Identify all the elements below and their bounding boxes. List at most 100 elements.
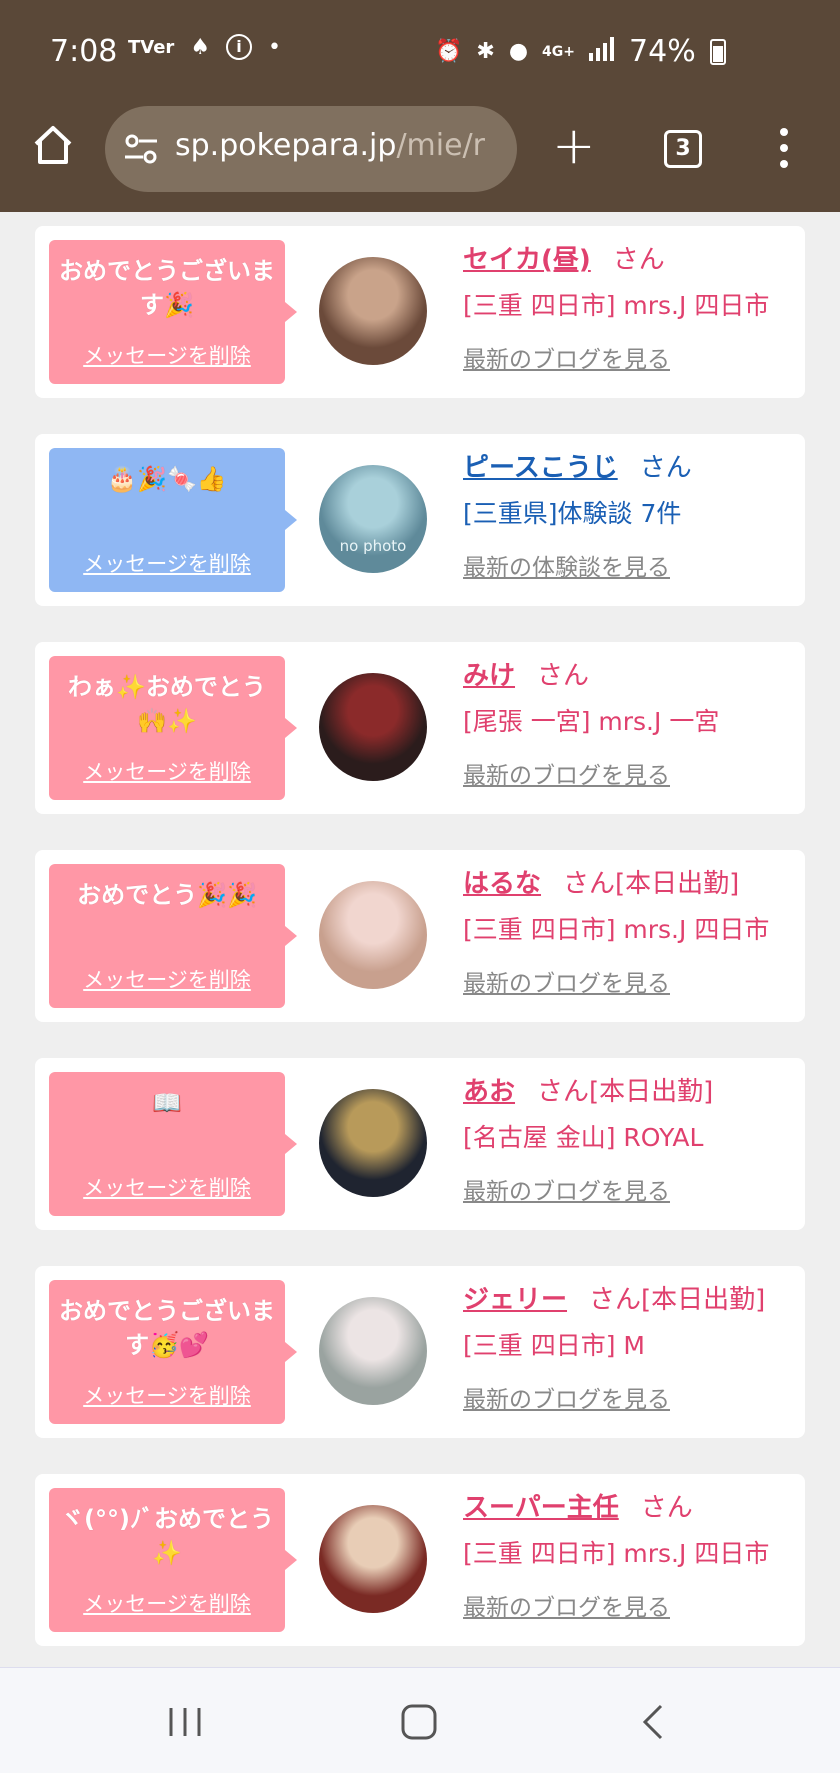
delete-message-link[interactable]: メッセージを削除 bbox=[49, 756, 285, 786]
recents-icon[interactable] bbox=[165, 1702, 205, 1746]
sender-name-link[interactable]: ピースこうじ bbox=[463, 453, 618, 483]
sender-suffix: さん bbox=[639, 453, 692, 483]
avatar[interactable] bbox=[319, 1089, 427, 1197]
sender-name-link[interactable]: みけ bbox=[463, 661, 515, 691]
latest-post-link[interactable]: 最新のブログを見る bbox=[463, 1172, 670, 1206]
avatar[interactable] bbox=[319, 257, 427, 365]
url-path: /mie/r bbox=[396, 128, 486, 163]
latest-post-link[interactable]: 最新のブログを見る bbox=[463, 1588, 670, 1622]
back-icon[interactable] bbox=[633, 1702, 673, 1746]
delete-message-link[interactable]: メッセージを削除 bbox=[49, 548, 285, 578]
home-nav-icon[interactable] bbox=[399, 1702, 439, 1746]
avatar[interactable] bbox=[319, 881, 427, 989]
sender-info: スーパー主任 さん [三重 四日市] mrs.J 四日市 最新のブログを見る bbox=[463, 1488, 803, 1622]
message-card: 🎂🎉🍬👍 メッセージを削除 no photo ピースこうじ さん [三重県]体験談… bbox=[35, 434, 805, 606]
message-card: おめでとうございます🎉 メッセージを削除 セイカ(昼) さん [三重 四日市] m… bbox=[35, 226, 805, 398]
message-text: おめでとうございます🥳💕 bbox=[59, 1297, 275, 1359]
message-card: ヾ(°°)ﾉﾞおめでとう✨ メッセージを削除 スーパー主任 さん [三重 四日市]… bbox=[35, 1474, 805, 1646]
home-icon[interactable] bbox=[30, 122, 76, 168]
message-bubble: ヾ(°°)ﾉﾞおめでとう✨ メッセージを削除 bbox=[49, 1488, 297, 1632]
alarm-icon: ⏰ bbox=[435, 39, 463, 64]
shop-label: [三重 四日市] M bbox=[463, 1331, 645, 1360]
url-text: sp.pokepara.jp/mie/r bbox=[175, 128, 485, 163]
tab-count-button[interactable]: 3 bbox=[664, 130, 702, 168]
dot-icon: • bbox=[268, 34, 282, 60]
message-bubble: わぁ✨おめでとう🙌✨ メッセージを削除 bbox=[49, 656, 297, 800]
shop-label: [三重 四日市] mrs.J 四日市 bbox=[463, 291, 770, 320]
signal-icon bbox=[589, 36, 615, 67]
message-bubble: おめでとうございます🎉 メッセージを削除 bbox=[49, 240, 297, 384]
sender-suffix: さん[本日出勤] bbox=[563, 869, 740, 899]
message-list: おめでとうございます🎉 メッセージを削除 セイカ(昼) さん [三重 四日市] m… bbox=[0, 212, 840, 1667]
sender-suffix: さん bbox=[640, 1493, 693, 1523]
delete-message-link[interactable]: メッセージを削除 bbox=[49, 1588, 285, 1618]
url-host: sp.pokepara.jp bbox=[175, 128, 397, 163]
status-left-icons: TVer ♠ i • bbox=[128, 34, 281, 60]
tver-icon: TVer bbox=[128, 36, 175, 58]
avatar[interactable] bbox=[319, 1297, 427, 1405]
message-card: おめでとうございます🥳💕 メッセージを削除 ジェリー さん[本日出勤] [三重 四… bbox=[35, 1266, 805, 1438]
message-card: おめでとう🎉🎉 メッセージを削除 はるな さん[本日出勤] [三重 四日市] mr… bbox=[35, 850, 805, 1022]
message-bubble: おめでとう🎉🎉 メッセージを削除 bbox=[49, 864, 297, 1008]
site-settings-icon[interactable] bbox=[123, 132, 159, 166]
message-text: 🎂🎉🍬👍 bbox=[107, 465, 227, 493]
shop-label: [三重 四日市] mrs.J 四日市 bbox=[463, 915, 770, 944]
delete-message-link[interactable]: メッセージを削除 bbox=[49, 1172, 285, 1202]
network-4g-icon: 4G+ bbox=[542, 43, 576, 60]
sender-name-link[interactable]: あお bbox=[463, 1077, 515, 1107]
browser-chrome: 7:08 TVer ♠ i • ⏰ ✱ ● 4G+ 74% sp.pokepar… bbox=[0, 0, 840, 212]
sender-name-link[interactable]: スーパー主任 bbox=[463, 1493, 619, 1523]
location-icon: ● bbox=[508, 39, 529, 64]
navigation-bar bbox=[0, 1667, 840, 1773]
sender-name-line: ジェリー さん[本日出勤] bbox=[463, 1280, 803, 1320]
sender-name-line: ピースこうじ さん bbox=[463, 448, 803, 488]
battery-percent: 74% bbox=[629, 34, 696, 69]
sender-info: ジェリー さん[本日出勤] [三重 四日市] M 最新のブログを見る bbox=[463, 1280, 803, 1414]
sender-name-link[interactable]: ジェリー bbox=[463, 1285, 567, 1315]
address-bar[interactable]: sp.pokepara.jp/mie/r bbox=[105, 106, 517, 192]
battery-icon bbox=[709, 38, 726, 65]
sender-info: あお さん[本日出勤] [名古屋 金山] ROYAL 最新のブログを見る bbox=[463, 1072, 803, 1206]
shop-label: [尾張 一宮] mrs.J 一宮 bbox=[463, 707, 720, 736]
android-assistant-icon: ♠ bbox=[190, 34, 211, 60]
sender-name-link[interactable]: はるな bbox=[463, 869, 541, 899]
avatar[interactable] bbox=[319, 673, 427, 781]
latest-post-link[interactable]: 最新のブログを見る bbox=[463, 964, 670, 998]
message-card: わぁ✨おめでとう🙌✨ メッセージを削除 みけ さん [尾張 一宮] mrs.J 一… bbox=[35, 642, 805, 814]
message-bubble: 🎂🎉🍬👍 メッセージを削除 bbox=[49, 448, 297, 592]
status-right-icons: ⏰ ✱ ● 4G+ 74% bbox=[435, 34, 726, 69]
message-card: 📖 メッセージを削除 あお さん[本日出勤] [名古屋 金山] ROYAL 最新の… bbox=[35, 1058, 805, 1230]
more-options-icon[interactable] bbox=[780, 128, 790, 172]
sender-info: みけ さん [尾張 一宮] mrs.J 一宮 最新のブログを見る bbox=[463, 656, 803, 790]
sender-suffix: さん bbox=[537, 661, 590, 691]
latest-post-link[interactable]: 最新のブログを見る bbox=[463, 756, 670, 790]
delete-message-link[interactable]: メッセージを削除 bbox=[49, 964, 285, 994]
sender-info: ピースこうじ さん [三重県]体験談 7件 最新の体験談を見る bbox=[463, 448, 803, 582]
sender-name-line: はるな さん[本日出勤] bbox=[463, 864, 803, 904]
delete-message-link[interactable]: メッセージを削除 bbox=[49, 1380, 285, 1410]
sender-info: セイカ(昼) さん [三重 四日市] mrs.J 四日市 最新のブログを見る bbox=[463, 240, 803, 374]
message-text: わぁ✨おめでとう🙌✨ bbox=[68, 673, 266, 735]
shop-label: [三重県]体験談 7件 bbox=[463, 499, 682, 528]
latest-post-link[interactable]: 最新の体験談を見る bbox=[463, 548, 670, 582]
avatar[interactable] bbox=[319, 1505, 427, 1613]
sender-suffix: さん[本日出勤] bbox=[537, 1077, 714, 1107]
delete-message-link[interactable]: メッセージを削除 bbox=[49, 340, 285, 370]
shop-label: [名古屋 金山] ROYAL bbox=[463, 1123, 704, 1152]
shop-label: [三重 四日市] mrs.J 四日市 bbox=[463, 1539, 770, 1568]
message-bubble: 📖 メッセージを削除 bbox=[49, 1072, 297, 1216]
new-tab-icon[interactable]: + bbox=[552, 120, 596, 172]
latest-post-link[interactable]: 最新のブログを見る bbox=[463, 340, 670, 374]
sender-name-line: みけ さん bbox=[463, 656, 803, 696]
avatar[interactable]: no photo bbox=[319, 465, 427, 573]
sender-info: はるな さん[本日出勤] [三重 四日市] mrs.J 四日市 最新のブログを見る bbox=[463, 864, 803, 998]
status-bar: 7:08 TVer ♠ i • ⏰ ✱ ● 4G+ 74% bbox=[0, 30, 840, 74]
message-bubble: おめでとうございます🥳💕 メッセージを削除 bbox=[49, 1280, 297, 1424]
sender-name-link[interactable]: セイカ(昼) bbox=[463, 245, 591, 275]
sender-name-line: あお さん[本日出勤] bbox=[463, 1072, 803, 1112]
message-text: おめでとうございます🎉 bbox=[59, 257, 275, 319]
browser-toolbar: sp.pokepara.jp/mie/r + 3 bbox=[0, 106, 840, 192]
info-icon: i bbox=[226, 34, 253, 60]
latest-post-link[interactable]: 最新のブログを見る bbox=[463, 1380, 670, 1414]
sender-suffix: さん bbox=[612, 245, 665, 275]
